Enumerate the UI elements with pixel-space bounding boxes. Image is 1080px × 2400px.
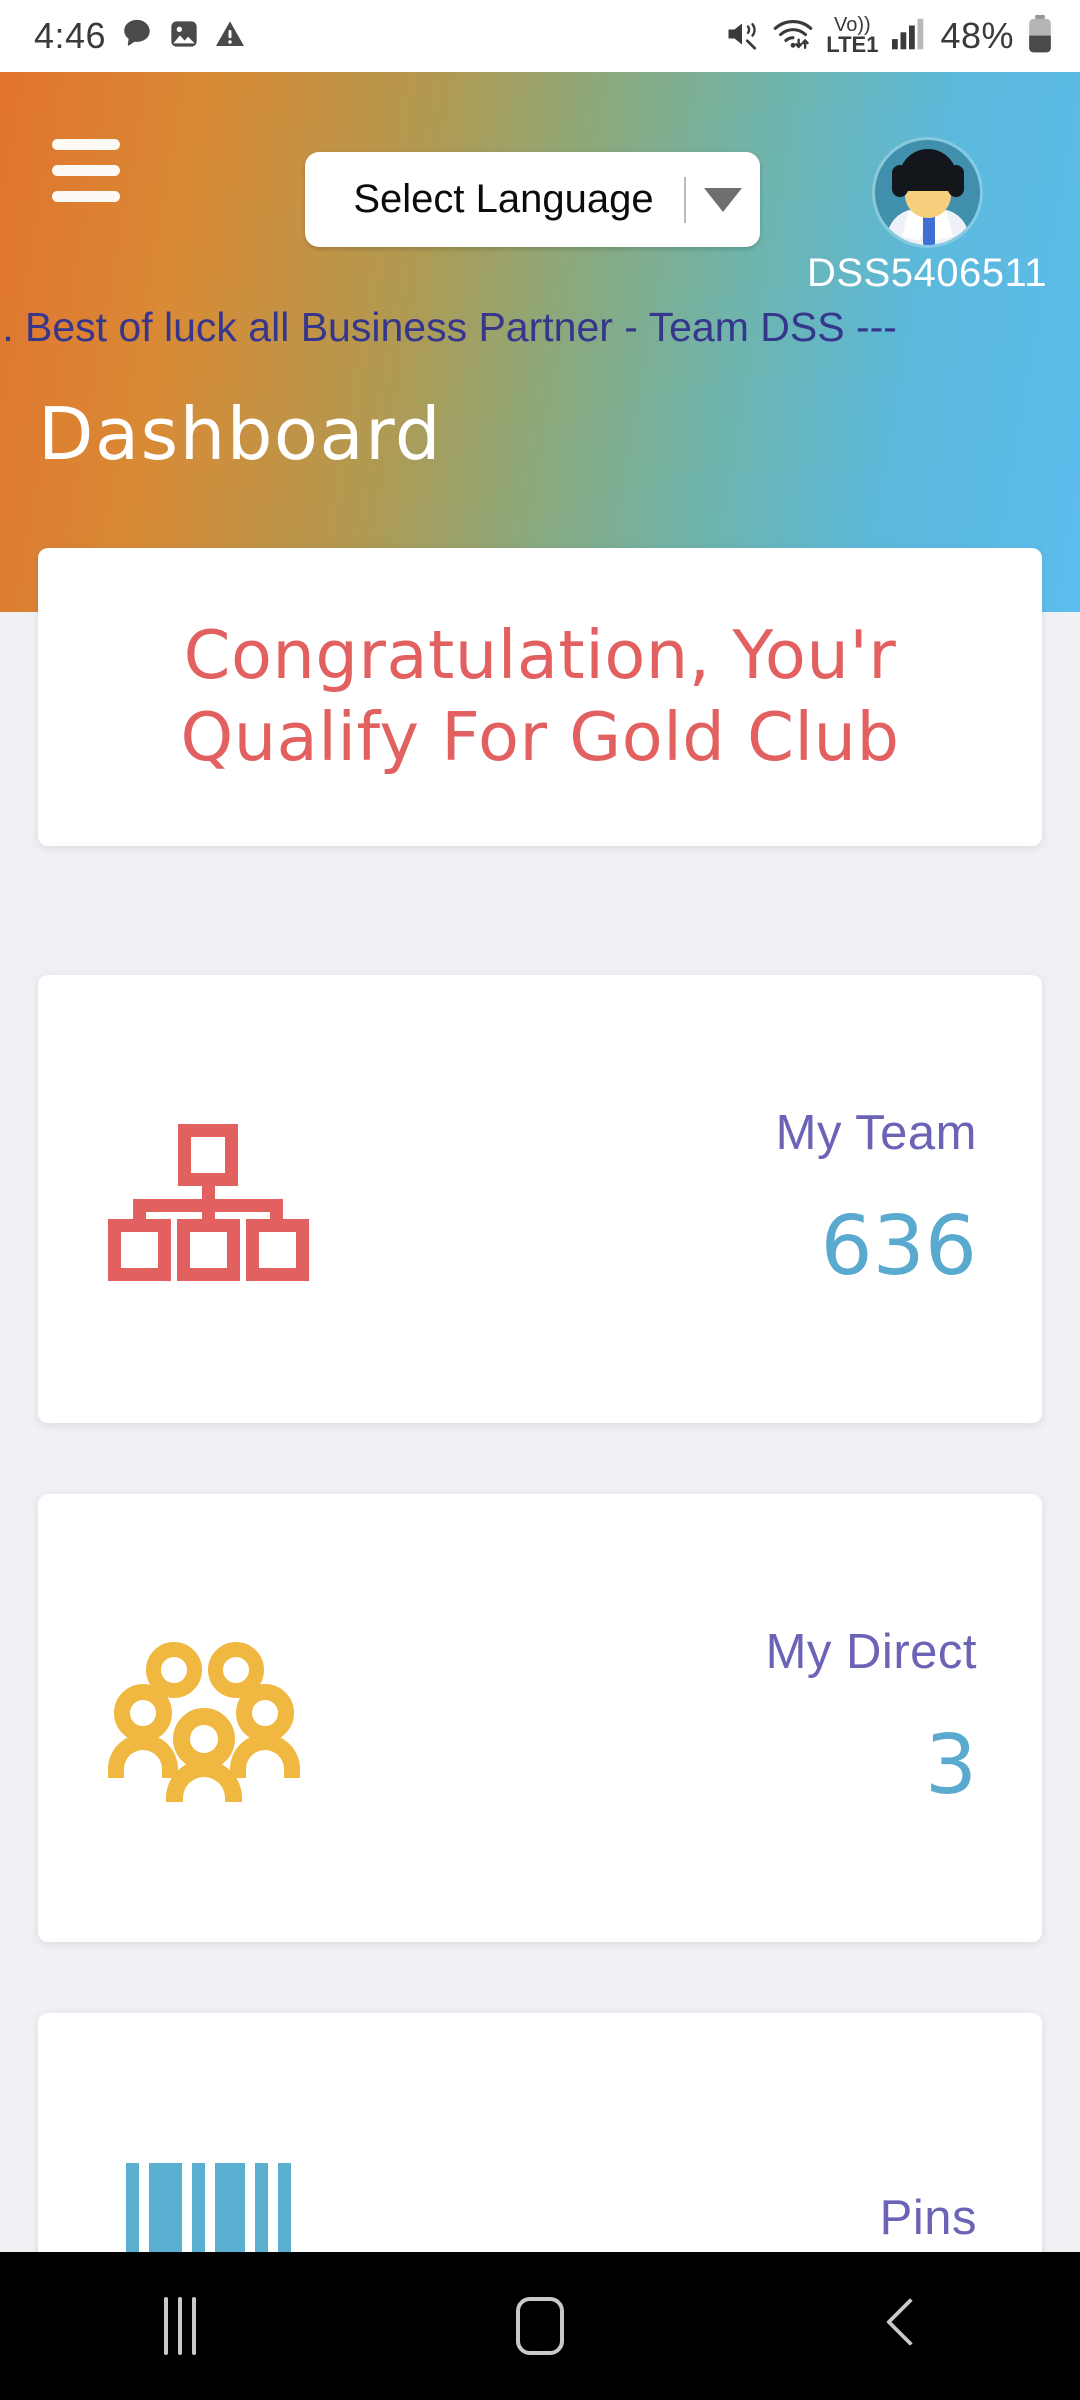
dashboard-content: Congratulation, You'r Qualify For Gold C…: [0, 0, 1080, 2400]
volte-icon: Vo)) LTE1: [826, 15, 879, 58]
battery-icon: [1026, 14, 1054, 59]
warning-icon: [214, 18, 246, 55]
status-time: 4:46: [34, 15, 107, 56]
signal-bars-icon: [890, 17, 928, 56]
stat-card-my-team[interactable]: My Team 636: [38, 975, 1042, 1423]
org-chart-icon: [38, 1124, 378, 1281]
mute-icon: [724, 16, 760, 57]
recents-icon: [164, 2297, 196, 2355]
battery-percent-text: 48%: [940, 15, 1014, 56]
congratulation-message: Congratulation, You'r Qualify For Gold C…: [180, 616, 900, 776]
back-icon: [883, 2297, 917, 2355]
recents-button[interactable]: [100, 2252, 260, 2400]
stat-card-my-direct[interactable]: My Direct 3: [38, 1494, 1042, 1942]
stat-label: My Direct: [765, 1624, 977, 1679]
people-group-icon: [38, 1636, 378, 1802]
stat-value: 636: [820, 1198, 977, 1294]
volte-bottom-text: LTE1: [826, 32, 879, 58]
stat-text-block: My Team 636: [378, 1105, 1042, 1294]
wifi-icon: [772, 16, 814, 57]
home-button[interactable]: [460, 2252, 620, 2400]
chat-bubble-icon: [120, 17, 154, 56]
back-button[interactable]: [820, 2252, 980, 2400]
android-nav-bar: [0, 2252, 1080, 2400]
status-bar-left: 4:46: [34, 15, 246, 57]
app-screen: 4:46 Vo)) LTE1 48% Select Language DSS54…: [0, 0, 1080, 2400]
status-bar-right: Vo)) LTE1 48%: [724, 14, 1054, 59]
home-icon: [516, 2297, 564, 2355]
stat-value: 3: [924, 1717, 977, 1813]
image-icon: [168, 18, 200, 55]
stat-label: My Team: [775, 1105, 977, 1160]
stat-label: Pins: [879, 2191, 977, 2245]
congratulation-card: Congratulation, You'r Qualify For Gold C…: [38, 548, 1042, 846]
status-bar: 4:46 Vo)) LTE1 48%: [0, 0, 1080, 72]
stat-text-block: My Direct 3: [378, 1624, 1042, 1813]
